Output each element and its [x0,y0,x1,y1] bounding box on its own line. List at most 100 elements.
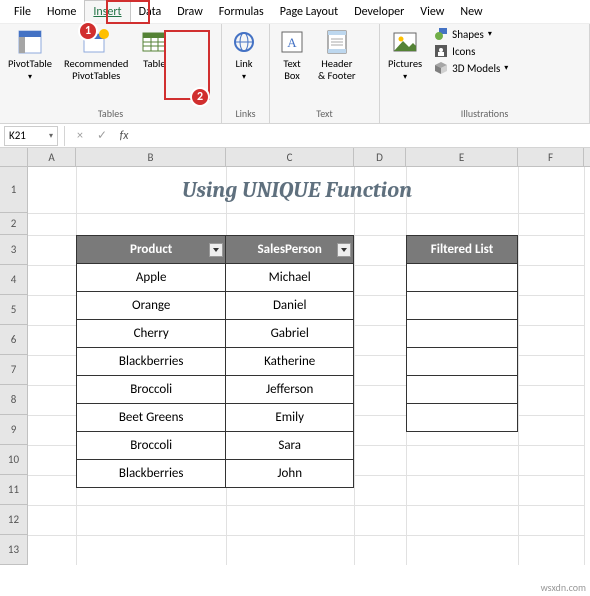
name-box[interactable]: K21 ▾ [4,126,58,146]
shapes-icon [434,27,448,41]
row-header-4[interactable]: 4 [0,265,28,295]
menu-draw[interactable]: Draw [169,1,211,23]
row-headers: 12345678910111213 [0,167,28,565]
row-header-1[interactable]: 1 [0,167,28,213]
table-row[interactable]: Beet GreensEmily [77,404,354,432]
cell[interactable]: Orange [77,292,226,320]
row-header-6[interactable]: 6 [0,325,28,355]
recommended-pivottables-label: Recommended PivotTables [64,58,128,81]
table-row[interactable]: BlackberriesKatherine [77,348,354,376]
recommended-pivottables-button[interactable]: Recommended PivotTables [60,26,132,100]
ribbon-group-tables: PivotTable ▾ Recommended PivotTables Tab… [0,24,222,123]
cell[interactable] [407,376,518,404]
link-icon [230,28,258,56]
pictures-icon [391,28,419,56]
enter-icon[interactable]: ✓ [93,128,111,143]
table-row[interactable]: OrangeDaniel [77,292,354,320]
menu-view[interactable]: View [412,1,452,23]
col-header-F[interactable]: F [518,148,584,166]
textbox-label: Text Box [283,58,300,81]
cancel-icon[interactable]: × [71,129,89,143]
row-header-11[interactable]: 11 [0,475,28,505]
col-header-E[interactable]: E [406,148,518,166]
table-row[interactable]: CherryGabriel [77,320,354,348]
menu-pagelayout[interactable]: Page Layout [272,1,346,23]
col-header-A[interactable]: A [28,148,76,166]
3dmodels-button[interactable]: 3D Models ▾ [430,60,512,76]
row-header-3[interactable]: 3 [0,235,28,265]
table-row[interactable]: BlackberriesJohn [77,460,354,488]
header-salesperson[interactable]: SalesPerson [226,236,354,264]
cell[interactable]: Sara [226,432,354,460]
shapes-button[interactable]: Shapes ▾ [430,26,512,42]
row-header-10[interactable]: 10 [0,445,28,475]
table-row[interactable] [407,264,518,292]
cells-area[interactable]: Using UNIQUE Function Product SalesPerso… [28,167,590,565]
row-header-13[interactable]: 13 [0,535,28,565]
row-header-5[interactable]: 5 [0,295,28,325]
link-button[interactable]: Link ▾ [226,26,262,100]
cell[interactable]: Jefferson [226,376,354,404]
cell[interactable]: Apple [77,264,226,292]
col-header-B[interactable]: B [76,148,226,166]
header-product[interactable]: Product [77,236,226,264]
cell[interactable]: Gabriel [226,320,354,348]
textbox-button[interactable]: A Text Box [274,26,310,100]
cell[interactable] [407,264,518,292]
chevron-down-icon: ▾ [488,29,492,39]
table-row[interactable]: AppleMichael [77,264,354,292]
cell[interactable]: John [226,460,354,488]
cell[interactable]: Cherry [77,320,226,348]
menu-home[interactable]: Home [39,1,84,23]
cell[interactable]: Emily [226,404,354,432]
table-row[interactable]: BroccoliSara [77,432,354,460]
pivottable-button[interactable]: PivotTable ▾ [4,26,56,100]
table-row[interactable] [407,320,518,348]
table-row[interactable] [407,348,518,376]
col-header-C[interactable]: C [226,148,354,166]
cell[interactable] [407,348,518,376]
menu-data[interactable]: Data [131,1,170,23]
table-button[interactable]: Table [136,26,172,100]
menu-insert[interactable]: Insert [84,0,130,23]
cell[interactable] [407,404,518,432]
cell[interactable]: Blackberries [77,348,226,376]
cell[interactable]: Daniel [226,292,354,320]
cell[interactable]: Broccoli [77,376,226,404]
fx-icon[interactable]: fx [115,129,133,143]
cell[interactable]: Blackberries [77,460,226,488]
table-row[interactable]: BroccoliJefferson [77,376,354,404]
menu-developer[interactable]: Developer [346,1,412,23]
cell[interactable]: Michael [226,264,354,292]
header-filtered-label: Filtered List [431,242,493,257]
icons-button[interactable]: Icons [430,43,512,59]
table-row[interactable] [407,292,518,320]
filter-button[interactable] [209,243,223,257]
formula-bar: K21 ▾ × ✓ fx [0,124,590,148]
table-label: Table [143,58,165,70]
cell[interactable] [407,292,518,320]
menu-new[interactable]: New [452,1,490,23]
cell[interactable]: Katherine [226,348,354,376]
cell[interactable]: Broccoli [77,432,226,460]
link-label: Link [235,58,252,70]
menu-formulas[interactable]: Formulas [211,1,272,23]
table-row[interactable] [407,376,518,404]
menu-file[interactable]: File [6,1,39,23]
formula-input[interactable] [137,127,584,145]
table-row[interactable] [407,404,518,432]
row-header-8[interactable]: 8 [0,385,28,415]
row-header-9[interactable]: 9 [0,415,28,445]
pivottable-icon [16,28,44,56]
cell[interactable] [407,320,518,348]
pictures-button[interactable]: Pictures ▾ [384,26,426,100]
row-header-2[interactable]: 2 [0,213,28,235]
cell[interactable]: Beet Greens [77,404,226,432]
select-all-button[interactable] [0,148,28,166]
row-header-7[interactable]: 7 [0,355,28,385]
filter-button[interactable] [337,243,351,257]
ribbon-group-links: Link ▾ Links [222,24,270,123]
headerfooter-button[interactable]: Header & Footer [314,26,360,100]
row-header-12[interactable]: 12 [0,505,28,535]
col-header-D[interactable]: D [354,148,406,166]
